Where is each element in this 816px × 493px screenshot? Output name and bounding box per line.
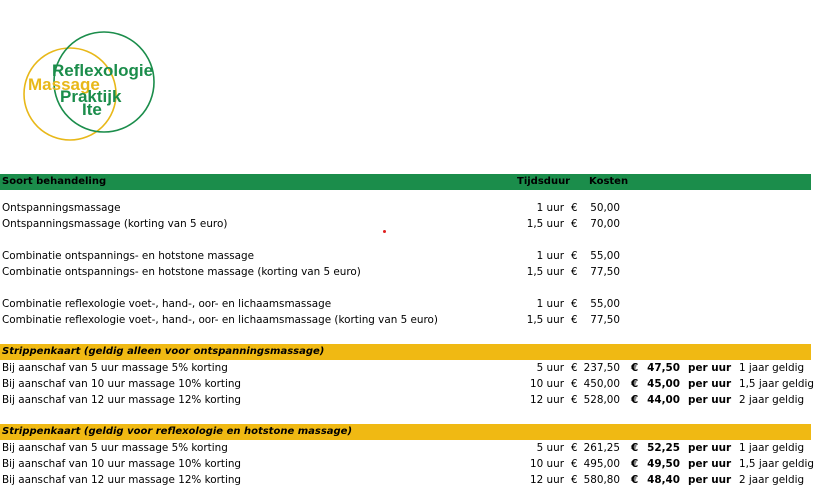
strip-validity: 1,5 jaar geldig <box>739 458 814 470</box>
strip-per-hour: per uur <box>688 394 732 406</box>
treatment-price: 55,00 <box>590 250 620 262</box>
strip-hourly-price: 52,25 <box>647 442 680 454</box>
logo-ite: Ite <box>82 100 102 119</box>
strip-validity: 1 jaar geldig <box>739 442 805 454</box>
treatment-duration: 1 uur <box>536 298 564 310</box>
strip-per-hour: per uur <box>688 458 732 470</box>
table-row: Combinatie reflexologie voet-, hand-, oo… <box>0 296 816 312</box>
treatment-price: 70,00 <box>590 218 620 230</box>
table-header <box>0 174 811 190</box>
table-row: Bij aanschaf van 10 uur massage 10% kort… <box>0 376 816 392</box>
table-row: Bij aanschaf van 12 uur massage 12% kort… <box>0 392 816 408</box>
strip-price: 237,50 <box>583 362 620 374</box>
treatment-price: 55,00 <box>590 298 620 310</box>
strip-name: Bij aanschaf van 10 uur massage 10% kort… <box>2 378 242 390</box>
treatment-name: Ontspanningsmassage <box>2 202 121 214</box>
treatment-name: Combinatie ontspannings- en hotstone mas… <box>2 250 255 262</box>
strip-duration: 12 uur <box>530 394 564 406</box>
treatment-price: 50,00 <box>590 202 620 214</box>
currency-symbol: € <box>571 474 578 486</box>
strip-duration: 10 uur <box>530 458 564 470</box>
treatment-name: Combinatie reflexologie voet-, hand-, oo… <box>2 314 438 326</box>
currency-symbol: € <box>631 362 639 374</box>
table-row: Ontspanningsmassage (korting van 5 euro)… <box>0 216 816 232</box>
strip-hourly-price: 44,00 <box>647 394 680 406</box>
table-row: Bij aanschaf van 5 uur massage 5% kortin… <box>0 440 816 456</box>
currency-symbol: € <box>571 250 578 262</box>
currency-symbol: € <box>571 442 578 454</box>
treatment-price: 77,50 <box>590 266 620 278</box>
treatment-duration: 1,5 uur <box>526 218 564 230</box>
strip-hourly-price: 45,00 <box>647 378 680 390</box>
strip-price: 450,00 <box>583 378 620 390</box>
logo: Reflexologie Massage Praktijk Ite <box>18 30 158 142</box>
currency-symbol: € <box>571 298 578 310</box>
currency-symbol: € <box>571 394 578 406</box>
strip-name: Bij aanschaf van 12 uur massage 12% kort… <box>2 474 242 486</box>
currency-symbol: € <box>571 266 578 278</box>
strip-name: Bij aanschaf van 5 uur massage 5% kortin… <box>2 442 228 454</box>
strip-hourly-price: 49,50 <box>647 458 680 470</box>
strip-per-hour: per uur <box>688 442 732 454</box>
currency-symbol: € <box>631 474 639 486</box>
treatment-duration: 1 uur <box>536 202 564 214</box>
strip-per-hour: per uur <box>688 474 732 486</box>
table-row: Bij aanschaf van 12 uur massage 12% kort… <box>0 472 816 488</box>
strip-validity: 2 jaar geldig <box>739 394 805 406</box>
strip-hourly-price: 47,50 <box>647 362 680 374</box>
table-row: Combinatie ontspannings- en hotstone mas… <box>0 264 816 280</box>
strip-validity: 2 jaar geldig <box>739 474 805 486</box>
currency-symbol: € <box>571 218 578 230</box>
strip-per-hour: per uur <box>688 378 732 390</box>
table-row: Combinatie ontspannings- en hotstone mas… <box>0 248 816 264</box>
treatment-name: Ontspanningsmassage (korting van 5 euro) <box>2 218 228 230</box>
strip-hourly-price: 48,40 <box>647 474 680 486</box>
currency-symbol: € <box>571 362 578 374</box>
strip-duration: 12 uur <box>530 474 564 486</box>
treatment-price: 77,50 <box>590 314 620 326</box>
cursor-dot <box>383 230 386 233</box>
strip-duration: 5 uur <box>536 362 564 374</box>
currency-symbol: € <box>631 378 639 390</box>
currency-symbol: € <box>571 314 578 326</box>
currency-symbol: € <box>631 394 639 406</box>
treatment-name: Combinatie reflexologie voet-, hand-, oo… <box>2 298 332 310</box>
strip-validity: 1,5 jaar geldig <box>739 378 814 390</box>
strip2-title: Strippenkaart (geldig voor reflexologie … <box>2 426 353 437</box>
currency-symbol: € <box>631 442 639 454</box>
header-cost: Kosten <box>589 176 629 187</box>
strip1-title: Strippenkaart (geldig alleen voor ontspa… <box>2 346 325 357</box>
strip-name: Bij aanschaf van 10 uur massage 10% kort… <box>2 458 242 470</box>
currency-symbol: € <box>631 458 639 470</box>
strip-duration: 5 uur <box>536 442 564 454</box>
currency-symbol: € <box>571 202 578 214</box>
strip-price: 528,00 <box>583 394 620 406</box>
strip-duration: 10 uur <box>530 378 564 390</box>
strip-per-hour: per uur <box>688 362 732 374</box>
treatment-duration: 1,5 uur <box>526 266 564 278</box>
table-row: Bij aanschaf van 5 uur massage 5% kortin… <box>0 360 816 376</box>
table-row: Combinatie reflexologie voet-, hand-, oo… <box>0 312 816 328</box>
currency-symbol: € <box>571 378 578 390</box>
strip-name: Bij aanschaf van 12 uur massage 12% kort… <box>2 394 242 406</box>
treatment-name: Combinatie ontspannings- en hotstone mas… <box>2 266 361 278</box>
strip-price: 495,00 <box>583 458 620 470</box>
strip-price: 261,25 <box>583 442 620 454</box>
treatment-duration: 1,5 uur <box>526 314 564 326</box>
strip-price: 580,80 <box>583 474 620 486</box>
strip-name: Bij aanschaf van 5 uur massage 5% kortin… <box>2 362 228 374</box>
currency-symbol: € <box>571 458 578 470</box>
table-row: Bij aanschaf van 10 uur massage 10% kort… <box>0 456 816 472</box>
header-duration: Tijdsduur <box>517 176 571 187</box>
strip-validity: 1 jaar geldig <box>739 362 805 374</box>
header-treatment: Soort behandeling <box>2 176 107 187</box>
treatment-duration: 1 uur <box>536 250 564 262</box>
table-row: Ontspanningsmassage 1 uur €50,00 <box>0 200 816 216</box>
